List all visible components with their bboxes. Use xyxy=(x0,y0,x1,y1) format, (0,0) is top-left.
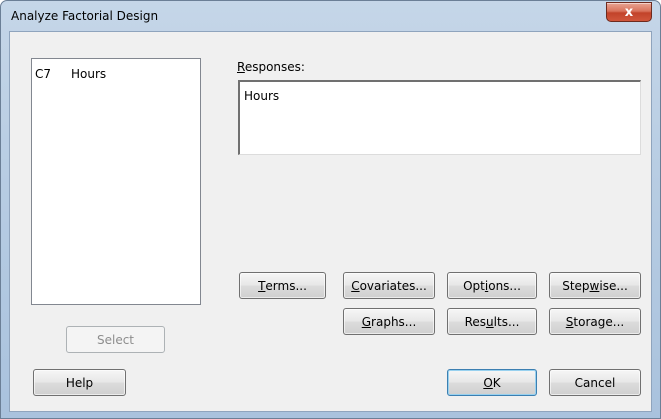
results-button[interactable]: Res u lts... xyxy=(447,308,537,335)
options-button[interactable]: Opt i ons... xyxy=(447,272,537,299)
close-icon: x xyxy=(624,4,634,20)
dialog-client-area: C7 Hours Responses: Hours Terms... Covar… xyxy=(9,31,652,412)
terms-button[interactable]: Terms... xyxy=(239,272,326,299)
cancel-button[interactable]: Cancel xyxy=(549,369,641,396)
close-button[interactable]: x xyxy=(606,2,652,22)
window-title: Analyze Factorial Design xyxy=(11,9,159,23)
help-button[interactable]: Help xyxy=(33,369,126,396)
variable-column-id: C7 xyxy=(35,67,52,81)
responses-label: Responses: xyxy=(237,60,305,74)
variable-list[interactable]: C7 Hours xyxy=(31,58,201,305)
storage-button[interactable]: Storage... xyxy=(549,308,641,335)
covariates-button[interactable]: Covariates... xyxy=(343,272,435,299)
graphs-button[interactable]: Graphs... xyxy=(343,308,435,335)
title-bar[interactable]: Analyze Factorial Design x xyxy=(1,1,660,31)
responses-field[interactable]: Hours xyxy=(238,80,641,155)
variable-name: Hours xyxy=(71,67,107,81)
list-item[interactable]: C7 Hours xyxy=(35,67,106,81)
select-button[interactable]: Select xyxy=(66,326,165,353)
responses-label-rest: esponses: xyxy=(244,60,305,74)
responses-value: Hours xyxy=(244,89,280,103)
stepwise-button[interactable]: Step w ise... xyxy=(549,272,641,299)
ok-button[interactable]: OK xyxy=(447,369,537,396)
dialog-window: Analyze Factorial Design x C7 Hours Resp… xyxy=(0,0,661,419)
